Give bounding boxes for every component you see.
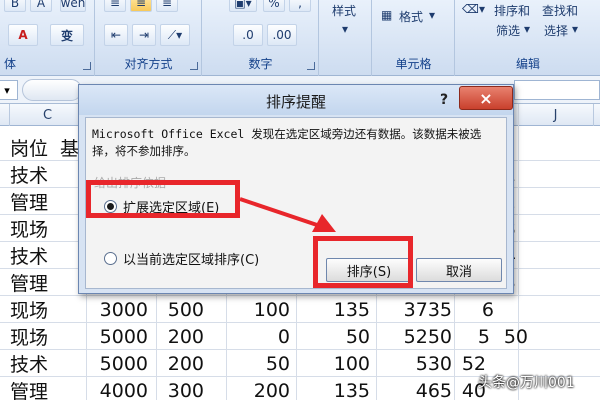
cell-position[interactable]: 管理	[10, 269, 70, 296]
cell-value[interactable]: 0	[226, 323, 290, 350]
cell-value[interactable]: 200	[156, 350, 204, 377]
option-current-selection[interactable]: 以当前选定区域排序(C)	[104, 248, 259, 268]
styles-group: 样式 ▾	[320, 0, 372, 76]
find-select-button-line1[interactable]: 查找和	[542, 2, 578, 19]
phonetic-button[interactable]: wén	[60, 0, 86, 12]
orientation-button[interactable]: ⟋▾	[160, 24, 190, 46]
sort-filter-dropdown-icon[interactable]: ▾	[524, 22, 530, 36]
font-color-icon: A	[18, 28, 28, 42]
cell-value[interactable]: 5250	[376, 323, 452, 350]
cell-value[interactable]: 50	[494, 323, 528, 350]
number-group-label: 数字	[248, 57, 273, 71]
alignment-group: ≡ ≡ ≡ ⇤ ⇥ ⟋▾ 对齐方式	[96, 0, 202, 76]
alignment-group-label: 对齐方式	[124, 57, 173, 71]
cell-value[interactable]: 135	[296, 377, 370, 400]
cell-position[interactable]: 技术	[10, 242, 70, 269]
select-all-corner[interactable]	[0, 104, 10, 126]
editing-group: ⌫▾ 排序和 筛选 ▾ 查找和 选择 ▾ 编辑	[456, 0, 600, 76]
cell-position[interactable]: 现场	[10, 323, 70, 350]
decrease-indent-button[interactable]: ⇤	[104, 24, 128, 46]
cell-position[interactable]: 技术	[10, 161, 70, 188]
format-icon: ▦	[381, 8, 393, 22]
cell-position[interactable]: 管理	[10, 377, 70, 400]
cell-value[interactable]: 100	[296, 350, 370, 377]
cell-value[interactable]: 500	[156, 296, 204, 323]
cell-position[interactable]: 管理	[10, 188, 70, 215]
number-group: ▣▾ % , .0 .00 数字	[203, 0, 319, 76]
format-button[interactable]: 格式	[399, 8, 423, 25]
cell-position[interactable]: 现场	[10, 215, 70, 242]
cell-value[interactable]: 5000	[86, 350, 148, 377]
editing-group-label: 编辑	[515, 57, 540, 71]
format-dropdown-icon[interactable]: ▾	[429, 8, 435, 22]
phonetic-icon: 变	[60, 28, 73, 43]
sort-filter-button-line1[interactable]: 排序和	[494, 2, 530, 19]
cell-value[interactable]: 50	[296, 323, 370, 350]
styles-dropdown-icon[interactable]: ▾	[342, 22, 348, 36]
help-icon[interactable]: ?	[433, 89, 455, 111]
cell-position[interactable]: 现场	[10, 296, 70, 323]
font-size-up-button[interactable]: A	[30, 0, 52, 12]
number-dialog-launcher-icon[interactable]	[307, 62, 315, 70]
cell-value[interactable]: 6	[454, 296, 494, 323]
increase-indent-button[interactable]: ⇥	[132, 24, 156, 46]
find-select-button-line2[interactable]: 选择	[544, 22, 568, 39]
cell-value[interactable]: 300	[156, 377, 204, 400]
decrease-decimal-button[interactable]: .00	[267, 24, 297, 46]
cell-value[interactable]: 3000	[86, 296, 148, 323]
align-left-button[interactable]: ≡	[104, 0, 126, 12]
cell-value[interactable]: 3735	[376, 296, 452, 323]
cancel-button[interactable]: 取消	[416, 258, 502, 282]
cell-value[interactable]: 200	[156, 323, 204, 350]
cell-value[interactable]: 135	[296, 296, 370, 323]
radio-unselected-icon[interactable]	[104, 251, 117, 265]
cell-value[interactable]: 5000	[86, 323, 148, 350]
cell-value[interactable]: 100	[226, 296, 290, 323]
clear-icon[interactable]: ⌫▾	[462, 2, 485, 16]
font-dialog-launcher-icon[interactable]	[83, 62, 91, 70]
currency-button[interactable]: ▣▾	[229, 0, 257, 12]
alignment-dialog-launcher-icon[interactable]	[190, 62, 198, 70]
cells-group-label: 单元格	[395, 57, 432, 71]
formula-input[interactable]	[514, 80, 600, 100]
bold-button[interactable]: B	[4, 0, 26, 12]
align-center-button[interactable]: ≡	[130, 0, 152, 12]
font-group-label: 体	[4, 57, 17, 71]
font-group: B A wén A 变 体	[0, 0, 95, 76]
comma-button[interactable]: ,	[289, 0, 311, 12]
increase-decimal-button[interactable]: .0	[233, 24, 263, 46]
cell-value[interactable]: 200	[226, 377, 290, 400]
align-right-button[interactable]: ≡	[156, 0, 178, 12]
cell-value[interactable]: 5	[454, 323, 490, 350]
cell-value[interactable]: 530	[376, 350, 452, 377]
column-header-j[interactable]: J	[518, 104, 594, 126]
watermark: 头条@万川001	[478, 375, 575, 391]
header-cell-position[interactable]: 岗位	[10, 134, 60, 161]
formula-bar-handle[interactable]	[22, 79, 82, 101]
cell-position[interactable]: 技术	[10, 350, 70, 377]
dialog-titlebar[interactable]: 排序提醒 ? ×	[79, 85, 513, 115]
dialog-message: Microsoft Office Excel 发现在选定区域旁边还有数据。该数据…	[92, 127, 482, 158]
cell-value[interactable]: 465	[376, 377, 452, 400]
font-color-button[interactable]: A	[8, 24, 38, 46]
table-row[interactable]: 现场 5000 200 0 50 5250 5 50	[0, 323, 600, 350]
ribbon: B A wén A 变 体 ≡ ≡ ≡ ⇤ ⇥ ⟋▾ 对齐方式 ▣▾ % , .…	[0, 0, 600, 76]
column-header-c[interactable]: C	[10, 104, 86, 126]
name-box-dropdown-icon[interactable]: ▾	[0, 80, 18, 100]
option-current-label: 以当前选定区域排序(C)	[123, 252, 260, 268]
phonetic-guide-button[interactable]: 变	[50, 24, 84, 46]
find-select-dropdown-icon[interactable]: ▾	[572, 22, 578, 36]
cell-value[interactable]: 4000	[86, 377, 148, 400]
highlight-sort-button	[313, 236, 413, 288]
table-row[interactable]: 现场 3000 500 100 135 3735 6	[0, 296, 600, 323]
cell-value[interactable]: 50	[226, 350, 290, 377]
highlight-expand-option	[86, 180, 240, 218]
styles-button[interactable]: 样式	[332, 2, 356, 19]
percent-button[interactable]: %	[263, 0, 285, 12]
cells-group: ▦ 格式 ▾ 单元格	[373, 0, 455, 76]
sort-filter-button-line2[interactable]: 筛选	[496, 22, 520, 39]
close-button[interactable]: ×	[459, 86, 513, 110]
